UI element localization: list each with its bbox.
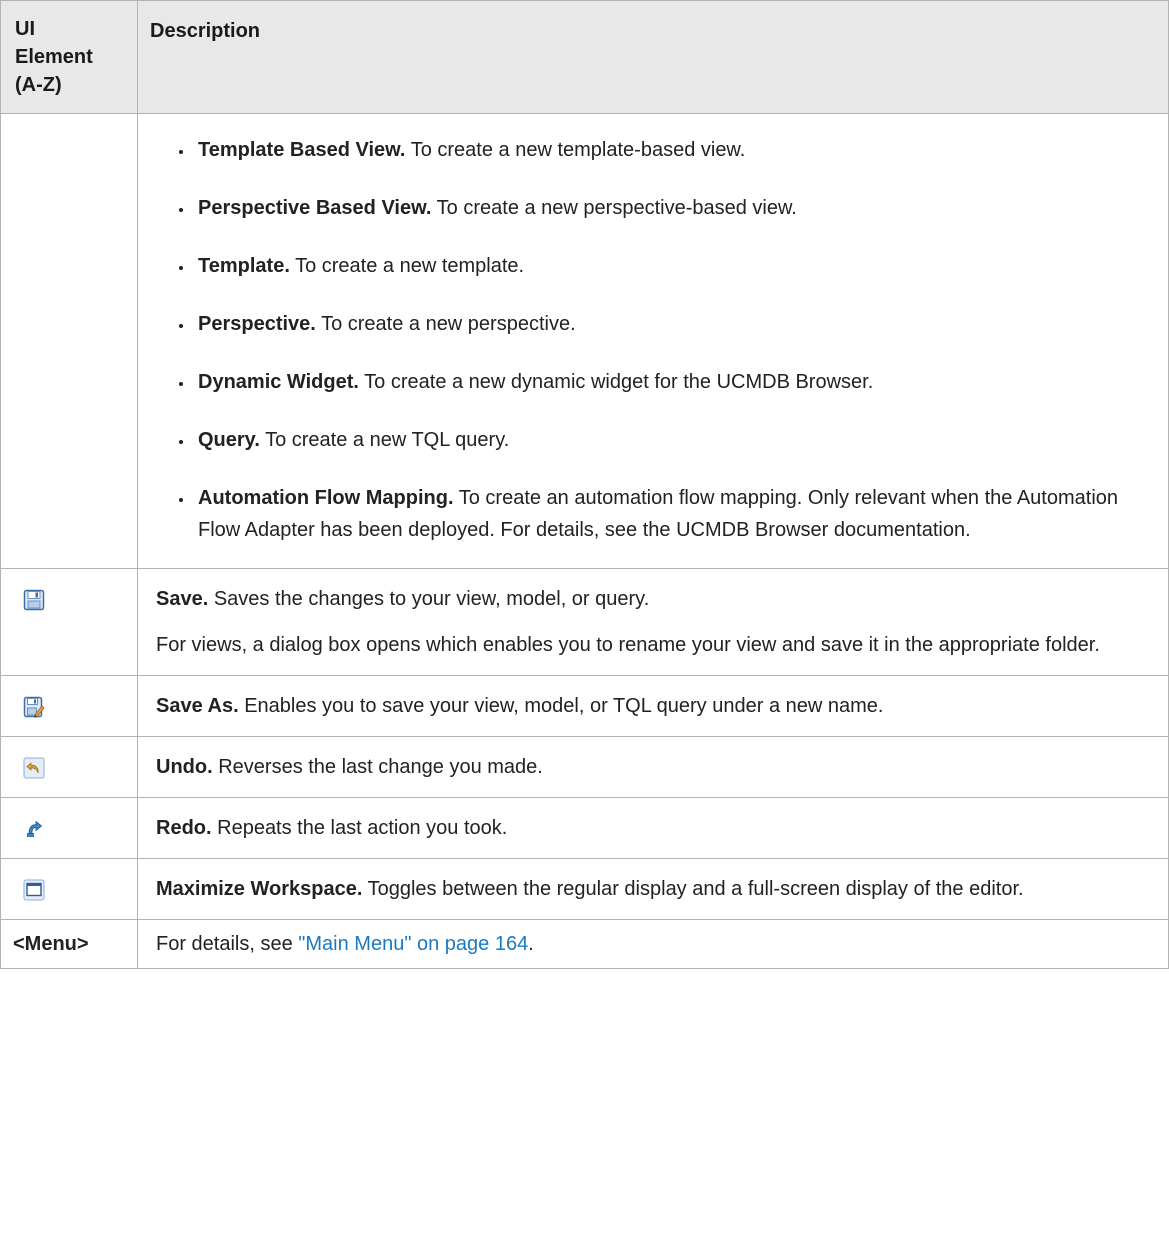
list-item-perspective-based-view: Perspective Based View. To create a new … bbox=[194, 192, 1146, 224]
table-row-menu: <Menu> For details, see "Main Menu" on p… bbox=[0, 919, 1169, 969]
list-item-template: Template. To create a new template. bbox=[194, 250, 1146, 282]
table-row-new-items: Template Based View. To create a new tem… bbox=[0, 113, 1169, 569]
undo-icon bbox=[23, 757, 45, 779]
save-as-description: Save As. Enables you to save your view, … bbox=[137, 675, 1169, 737]
menu-description: For details, see "Main Menu" on page 164… bbox=[137, 919, 1169, 969]
list-item-automation-flow-mapping: Automation Flow Mapping. To create an au… bbox=[194, 482, 1146, 546]
list-item-query: Query. To create a new TQL query. bbox=[194, 424, 1146, 456]
list-item-perspective: Perspective. To create a new perspective… bbox=[194, 308, 1146, 340]
table-row-undo: Undo. Reverses the last change you made. bbox=[0, 736, 1169, 798]
redo-icon bbox=[23, 818, 45, 840]
save-as-icon bbox=[23, 696, 45, 718]
maximize-workspace-description: Maximize Workspace. Toggles between the … bbox=[137, 858, 1169, 920]
header-description: Description bbox=[137, 0, 1169, 114]
table-row-maximize-workspace: Maximize Workspace. Toggles between the … bbox=[0, 858, 1169, 920]
table-row-redo: Redo. Repeats the last action you took. bbox=[0, 797, 1169, 859]
save-icon bbox=[23, 589, 45, 611]
header-ui-element: UI Element (A-Z) bbox=[0, 0, 138, 114]
main-menu-link[interactable]: "Main Menu" on page 164 bbox=[298, 933, 528, 955]
list-item-template-based-view: Template Based View. To create a new tem… bbox=[194, 134, 1146, 166]
maximize-workspace-icon bbox=[23, 879, 45, 901]
table-row-save-as: Save As. Enables you to save your view, … bbox=[0, 675, 1169, 737]
menu-key: <Menu> bbox=[0, 919, 138, 969]
table-row-save: Save. Saves the changes to your view, mo… bbox=[0, 568, 1169, 676]
new-items-list: Template Based View. To create a new tem… bbox=[156, 134, 1146, 546]
redo-description: Redo. Repeats the last action you took. bbox=[137, 797, 1169, 859]
new-items-description: Template Based View. To create a new tem… bbox=[137, 113, 1169, 569]
list-item-dynamic-widget: Dynamic Widget. To create a new dynamic … bbox=[194, 366, 1146, 398]
undo-description: Undo. Reverses the last change you made. bbox=[137, 736, 1169, 798]
header-row: UI Element (A-Z) Description bbox=[0, 0, 1169, 114]
empty-icon-cell bbox=[0, 113, 138, 569]
ui-elements-table: UIElement(A-Z) Description Template Base… bbox=[0, 0, 1169, 969]
save-description: Save. Saves the changes to your view, mo… bbox=[137, 568, 1169, 676]
